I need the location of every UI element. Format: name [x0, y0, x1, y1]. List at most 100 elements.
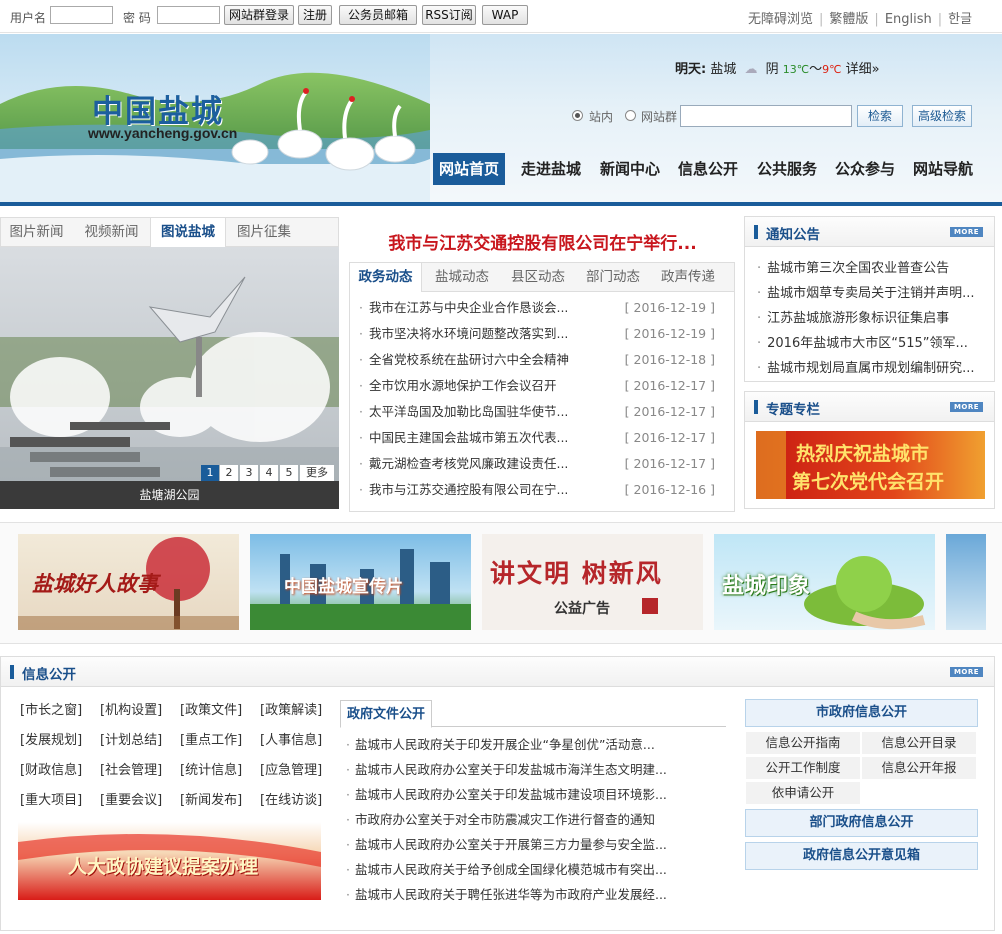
info-link[interactable]: [重要会议] [100, 789, 180, 808]
notice-item[interactable]: · 盐城市第三次全国农业普查公告 [757, 257, 949, 276]
notices-title: 通知公告 [766, 227, 820, 243]
news-item[interactable]: · 中国民主建国会盐城市第五次代表...[ 2016-12-17 ] [359, 425, 725, 451]
info-link[interactable]: [社会管理] [100, 759, 180, 778]
advanced-search-button[interactable]: 高级检索 [912, 105, 972, 127]
weather-detail-link[interactable]: 详细» [846, 62, 880, 77]
english-link[interactable]: English [885, 12, 932, 27]
notices-more-button[interactable]: MORE [950, 227, 983, 237]
tab-department-news[interactable]: 部门动态 [576, 263, 650, 292]
info-link[interactable]: [新闻发布] [180, 789, 260, 808]
news-item[interactable]: · 戴元湖检查考核党风廉政建设责任...[ 2016-12-17 ] [359, 451, 725, 477]
party-congress-banner[interactable]: 热烈庆祝盐城市 第七次党代会召开 [756, 431, 985, 499]
weather-condition: 阴 [765, 62, 779, 77]
promo-civility[interactable]: 讲文明 树新风 公益广告 [482, 534, 703, 630]
notice-item[interactable]: · 盐城市烟草专卖局关于注销并声明... [757, 282, 975, 301]
scope-radio-group[interactable] [625, 110, 636, 121]
rss-button[interactable]: RSS订阅 [422, 5, 476, 25]
nav-about-yancheng[interactable]: 走进盐城 [513, 153, 589, 185]
news-item[interactable]: · 全市饮用水源地保护工作会议召开[ 2016-12-17 ] [359, 373, 725, 399]
proposal-banner[interactable]: 人大政协建议提案办理 [18, 822, 321, 900]
tab-government-docs[interactable]: 政府文件公开 [340, 700, 432, 728]
info-link[interactable]: [市长之窗] [20, 699, 100, 718]
accessibility-link[interactable]: 无障碍浏览 [748, 12, 813, 27]
notice-item[interactable]: · 2016年盐城市大市区“515”领军... [757, 332, 968, 351]
gov-info-opinion-button[interactable]: 政府信息公开意见箱 [745, 842, 978, 870]
nav-site-navigation[interactable]: 网站导航 [905, 153, 981, 185]
cloud-icon: ☁ [744, 62, 758, 77]
tab-picture-news[interactable]: 图片新闻 [0, 218, 73, 246]
search-input[interactable] [680, 105, 852, 127]
tab-video-news[interactable]: 视频新闻 [75, 218, 148, 246]
photo-page-3[interactable]: 3 [240, 465, 258, 481]
traditional-link[interactable]: 繁體版 [829, 12, 868, 27]
gov-info-link[interactable]: 信息公开目录 [862, 732, 976, 754]
photo-page-more[interactable]: 更多 [300, 465, 334, 481]
promo-impression[interactable]: 盐城印象 [714, 534, 935, 630]
gov-info-link[interactable]: 信息公开指南 [746, 732, 860, 754]
info-link[interactable]: [发展规划] [20, 729, 100, 748]
civil-mail-button[interactable]: 公务员邮箱 [339, 5, 417, 25]
featured-photo[interactable] [0, 247, 339, 481]
doc-item[interactable]: · 盐城市人民政府办公室关于印发盐城市建设项目环境影... [346, 782, 726, 807]
username-input[interactable] [50, 6, 113, 24]
password-input[interactable] [157, 6, 220, 24]
scope-radio-site[interactable] [572, 110, 583, 121]
tab-city-news[interactable]: 盐城动态 [425, 263, 499, 292]
news-item[interactable]: · 我市在江苏与中央企业合作恳谈会...[ 2016-12-19 ] [359, 295, 725, 321]
doc-item[interactable]: · 盐城市人民政府办公室关于印发盐城市海洋生态文明建... [346, 757, 726, 782]
gov-info-link[interactable]: 信息公开年报 [862, 757, 976, 779]
promo-city-film[interactable]: 中国盐城宣传片 [250, 534, 471, 630]
tab-picture-yancheng[interactable]: 图说盐城 [150, 217, 226, 247]
tab-voice-news[interactable]: 政声传递 [651, 263, 725, 292]
tab-government-news[interactable]: 政务动态 [350, 263, 422, 292]
city-gov-info-button[interactable]: 市政府信息公开 [745, 699, 978, 727]
photo-page-4[interactable]: 4 [260, 465, 278, 481]
doc-item[interactable]: · 市政府办公室关于对全市防震减灾工作进行督查的通知 [346, 807, 726, 832]
info-more-button[interactable]: MORE [950, 667, 983, 677]
photo-page-5[interactable]: 5 [280, 465, 298, 481]
headline-news[interactable]: 我市与江苏交通控股有限公司在宁举行... [350, 229, 735, 254]
special-more-button[interactable]: MORE [950, 402, 983, 412]
nav-public-service[interactable]: 公共服务 [749, 153, 825, 185]
dept-gov-info-button[interactable]: 部门政府信息公开 [745, 809, 978, 837]
tab-picture-collection[interactable]: 图片征集 [228, 218, 300, 246]
site-group-login-button[interactable]: 网站群登录 [224, 5, 294, 25]
info-link[interactable]: [机构设置] [100, 699, 180, 718]
info-link[interactable]: [在线访谈] [260, 789, 340, 808]
wap-button[interactable]: WAP [482, 5, 528, 25]
news-item[interactable]: · 全省党校系统在盐研讨六中全会精神[ 2016-12-18 ] [359, 347, 725, 373]
info-link[interactable]: [重点工作] [180, 729, 260, 748]
news-item[interactable]: · 我市与江苏交通控股有限公司在宁...[ 2016-12-16 ] [359, 477, 725, 503]
nav-home[interactable]: 网站首页 [433, 153, 505, 185]
promo-partial[interactable] [946, 534, 986, 630]
korean-link[interactable]: 한글 [948, 12, 972, 27]
news-item[interactable]: · 我市坚决将水环境问题整改落实到...[ 2016-12-19 ] [359, 321, 725, 347]
doc-item[interactable]: · 盐城市人民政府关于给予创成全国绿化模范城市有突出... [346, 857, 726, 882]
doc-item[interactable]: · 盐城市人民政府关于聘任张进华等为市政府产业发展经... [346, 882, 726, 907]
gov-info-link[interactable]: 依申请公开 [746, 782, 860, 804]
photo-page-2[interactable]: 2 [220, 465, 238, 481]
nav-info-public[interactable]: 信息公开 [670, 153, 746, 185]
notice-item[interactable]: · 盐城市规划局直属市规划编制研究... [757, 357, 975, 376]
info-link[interactable]: [政策解读] [260, 699, 340, 718]
nav-participation[interactable]: 公众参与 [827, 153, 903, 185]
promo-good-people-text: 盐城好人故事 [32, 572, 158, 596]
info-link[interactable]: [计划总结] [100, 729, 180, 748]
info-link[interactable]: [重大项目] [20, 789, 100, 808]
promo-good-people[interactable]: 盐城好人故事 [18, 534, 239, 630]
info-link[interactable]: [统计信息] [180, 759, 260, 778]
doc-item[interactable]: · 盐城市人民政府关于印发开展企业“争星创优”活动意... [346, 732, 726, 757]
gov-info-link[interactable]: 公开工作制度 [746, 757, 860, 779]
info-link[interactable]: [人事信息] [260, 729, 340, 748]
search-button[interactable]: 检索 [857, 105, 903, 127]
info-link[interactable]: [政策文件] [180, 699, 260, 718]
info-link[interactable]: [财政信息] [20, 759, 100, 778]
doc-item[interactable]: · 盐城市人民政府办公室关于开展第三方力量参与安全监... [346, 832, 726, 857]
tab-county-news[interactable]: 县区动态 [501, 263, 575, 292]
register-button[interactable]: 注册 [298, 5, 332, 25]
notice-item[interactable]: · 江苏盐城旅游形象标识征集启事 [757, 307, 949, 326]
info-link[interactable]: [应急管理] [260, 759, 340, 778]
photo-page-1[interactable]: 1 [201, 465, 219, 481]
news-item[interactable]: · 太平洋岛国及加勒比岛国驻华使节...[ 2016-12-17 ] [359, 399, 725, 425]
nav-news-center[interactable]: 新闻中心 [592, 153, 668, 185]
